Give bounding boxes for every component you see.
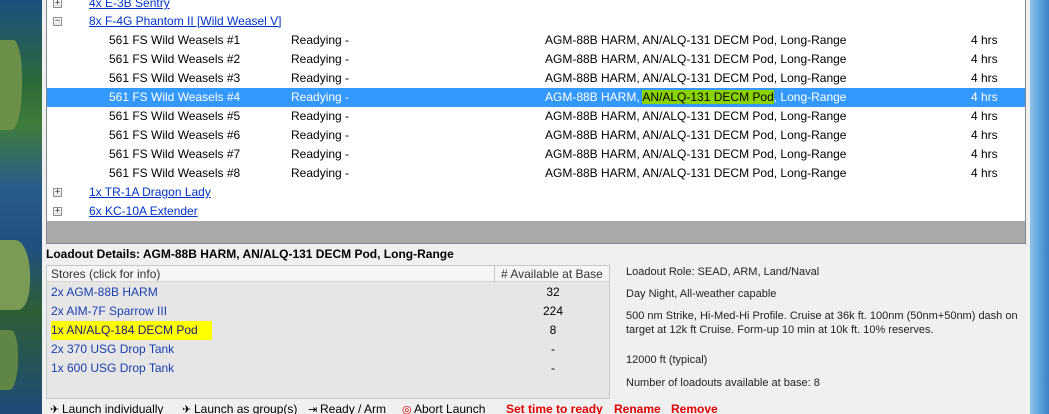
- aircraft-loadout: AGM-88B HARM, AN/ALQ-131 DECM Pod, Long-…: [545, 33, 847, 47]
- aircraft-row[interactable]: 561 FS Wild Weasels #2 Readying - AGM-88…: [47, 50, 1025, 69]
- aircraft-loadout: AGM-88B HARM, AN/ALQ-131 DECM Pod, Long-…: [545, 90, 847, 104]
- expand-icon[interactable]: +: [53, 207, 62, 216]
- aircraft-group-icon: ✈: [182, 404, 192, 414]
- action-toolbar: ✈ Launch individually ✈ Launch as group(s)…: [46, 402, 1026, 414]
- aircraft-status: Readying -: [291, 71, 350, 85]
- store-available-count: 8: [549, 323, 557, 337]
- aircraft-row[interactable]: 561 FS Wild Weasels #7 Readying - AGM-88…: [47, 145, 1025, 164]
- store-row[interactable]: 1x 600 USG Drop Tank -: [47, 359, 609, 378]
- available-column-header[interactable]: # Available at Base: [501, 267, 603, 281]
- group-label[interactable]: 1x TR-1A Dragon Lady: [89, 183, 211, 202]
- group-label[interactable]: 6x KC-10A Extender: [89, 202, 198, 221]
- aircraft-loadout: AGM-88B HARM, AN/ALQ-131 DECM Pod, Long-…: [545, 147, 847, 161]
- store-row[interactable]: 2x AGM-88B HARM 32: [47, 283, 609, 302]
- store-name[interactable]: 2x AGM-88B HARM: [51, 283, 158, 302]
- store-name[interactable]: 1x AN/ALQ-184 DECM Pod: [51, 321, 212, 340]
- store-row[interactable]: 2x AIM-7F Sparrow III 224: [47, 302, 609, 321]
- aircraft-icon: ✈: [50, 404, 60, 414]
- loadout-profile: 500 nm Strike, Hi-Med-Hi Profile. Cruise…: [626, 310, 1018, 336]
- map-landmass: [0, 240, 30, 310]
- aircraft-ready-time: 4 hrs: [971, 147, 998, 161]
- tree-group-row[interactable]: + 6x KC-10A Extender: [47, 202, 1025, 221]
- tree-group-row[interactable]: − 8x F-4G Phantom II [Wild Weasel V]: [47, 12, 1025, 31]
- launch-individually-button[interactable]: ✈ Launch individually: [50, 402, 163, 414]
- highlighted-pod-text: AN/ALQ-131 DECM Pod: [642, 90, 774, 104]
- stores-table-header: Stores (click for info) # Available at B…: [47, 266, 609, 282]
- set-time-to-ready-button[interactable]: Set time to ready: [506, 402, 603, 414]
- aircraft-ready-time: 4 hrs: [971, 109, 998, 123]
- store-name[interactable]: 1x 600 USG Drop Tank: [51, 359, 174, 378]
- air-ops-panel: + 4x E-3B Sentry − 8x F-4G Phantom II [W…: [42, 0, 1030, 414]
- aircraft-name: 561 FS Wild Weasels #2: [109, 52, 241, 66]
- aircraft-ready-time: 4 hrs: [971, 71, 998, 85]
- loadout-role: Loadout Role: SEAD, ARM, Land/Naval: [626, 266, 820, 278]
- aircraft-status: Readying -: [291, 128, 350, 142]
- map-landmass: [0, 40, 22, 130]
- window-frame: [1030, 0, 1049, 414]
- aircraft-name: 561 FS Wild Weasels #1: [109, 33, 241, 47]
- store-name[interactable]: 2x AIM-7F Sparrow III: [51, 302, 167, 321]
- arm-icon: ⇥: [308, 404, 318, 414]
- aircraft-ready-time: 4 hrs: [971, 52, 998, 66]
- tree-empty-area: [47, 221, 1025, 243]
- remove-button[interactable]: Remove: [671, 402, 718, 414]
- store-name[interactable]: 2x 370 USG Drop Tank: [51, 340, 174, 359]
- aircraft-status: Readying -: [291, 90, 350, 104]
- abort-launch-button[interactable]: ◎ Abort Launch: [402, 402, 485, 414]
- aircraft-row[interactable]: 561 FS Wild Weasels #1 Readying - AGM-88…: [47, 31, 1025, 50]
- aircraft-tree-list[interactable]: + 4x E-3B Sentry − 8x F-4G Phantom II [W…: [46, 0, 1026, 244]
- store-row-highlighted[interactable]: 1x AN/ALQ-184 DECM Pod 8: [47, 321, 609, 340]
- expand-icon[interactable]: +: [53, 188, 62, 197]
- loadout-details-title: Loadout Details: AGM-88B HARM, AN/ALQ-13…: [46, 247, 454, 261]
- aircraft-loadout: AGM-88B HARM, AN/ALQ-131 DECM Pod, Long-…: [545, 71, 847, 85]
- aircraft-ready-time: 4 hrs: [971, 128, 998, 142]
- aircraft-ready-time: 4 hrs: [971, 166, 998, 180]
- aircraft-loadout: AGM-88B HARM, AN/ALQ-131 DECM Pod, Long-…: [545, 109, 847, 123]
- aircraft-name: 561 FS Wild Weasels #4: [109, 90, 241, 104]
- tree-group-row[interactable]: + 1x TR-1A Dragon Lady: [47, 183, 1025, 202]
- aircraft-name: 561 FS Wild Weasels #8: [109, 166, 241, 180]
- aircraft-name: 561 FS Wild Weasels #3: [109, 71, 241, 85]
- abort-icon: ◎: [402, 404, 412, 414]
- loadout-altitude: 12000 ft (typical): [626, 354, 708, 366]
- column-separator[interactable]: [494, 266, 495, 282]
- aircraft-row[interactable]: 561 FS Wild Weasels #6 Readying - AGM-88…: [47, 126, 1025, 145]
- aircraft-row[interactable]: 561 FS Wild Weasels #8 Readying - AGM-88…: [47, 164, 1025, 183]
- aircraft-row-selected[interactable]: 561 FS Wild Weasels #4 Readying - AGM-88…: [47, 88, 1025, 107]
- aircraft-status: Readying -: [291, 33, 350, 47]
- stores-column-header[interactable]: Stores (click for info): [51, 267, 160, 281]
- store-available-count: 32: [546, 285, 560, 299]
- aircraft-loadout: AGM-88B HARM, AN/ALQ-131 DECM Pod, Long-…: [545, 166, 847, 180]
- aircraft-status: Readying -: [291, 166, 350, 180]
- rename-button[interactable]: Rename: [614, 402, 661, 414]
- aircraft-row[interactable]: 561 FS Wild Weasels #5 Readying - AGM-88…: [47, 107, 1025, 126]
- aircraft-ready-time: 4 hrs: [971, 33, 998, 47]
- launch-group-button[interactable]: ✈ Launch as group(s): [182, 402, 297, 414]
- store-available-count: -: [551, 342, 555, 356]
- aircraft-loadout: AGM-88B HARM, AN/ALQ-131 DECM Pod, Long-…: [545, 128, 847, 142]
- aircraft-ready-time: 4 hrs: [971, 90, 998, 104]
- aircraft-loadout: AGM-88B HARM, AN/ALQ-131 DECM Pod, Long-…: [545, 52, 847, 66]
- aircraft-name: 561 FS Wild Weasels #5: [109, 109, 241, 123]
- loadout-capability: Day Night, All-weather capable: [626, 288, 777, 300]
- loadout-count: Number of loadouts available at base: 8: [626, 377, 820, 389]
- expand-icon[interactable]: +: [53, 0, 62, 8]
- stores-table[interactable]: Stores (click for info) # Available at B…: [46, 265, 610, 399]
- aircraft-status: Readying -: [291, 52, 350, 66]
- aircraft-status: Readying -: [291, 109, 350, 123]
- map-landmass: [0, 330, 18, 390]
- aircraft-name: 561 FS Wild Weasels #6: [109, 128, 241, 142]
- aircraft-status: Readying -: [291, 147, 350, 161]
- ready-arm-button[interactable]: ⇥ Ready / Arm: [308, 402, 386, 414]
- group-label[interactable]: 8x F-4G Phantom II [Wild Weasel V]: [89, 12, 282, 31]
- store-row[interactable]: 2x 370 USG Drop Tank -: [47, 340, 609, 359]
- aircraft-name: 561 FS Wild Weasels #7: [109, 147, 241, 161]
- collapse-icon[interactable]: −: [53, 17, 62, 26]
- store-available-count: 224: [542, 304, 564, 318]
- store-available-count: -: [551, 361, 555, 375]
- map-background-strip: [0, 0, 42, 414]
- aircraft-row[interactable]: 561 FS Wild Weasels #3 Readying - AGM-88…: [47, 69, 1025, 88]
